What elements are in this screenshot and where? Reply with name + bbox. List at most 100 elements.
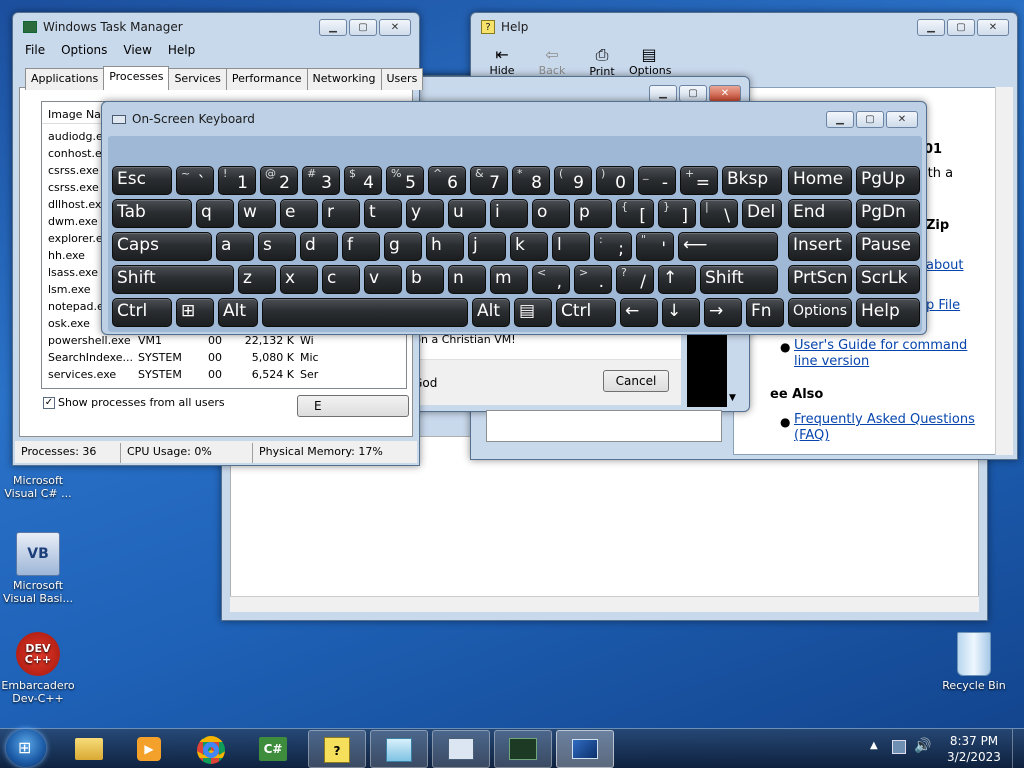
osk-key[interactable]: q [196, 199, 234, 228]
osk-nav-key[interactable]: Options [788, 298, 852, 327]
osk-nav-key[interactable]: End [788, 199, 852, 228]
maximize-button[interactable]: ▢ [947, 19, 975, 36]
desktop-icon-visual-csharp[interactable]: Microsoft Visual C# ... [0, 474, 76, 500]
show-desktop-button[interactable] [1012, 729, 1024, 768]
osk-key[interactable]: $4 [344, 166, 382, 195]
osk-nav-key[interactable]: Pause [856, 232, 920, 261]
menu-file[interactable]: File [25, 43, 45, 57]
osk-key[interactable]: j [468, 232, 506, 261]
osk-key[interactable]: * 8 [512, 166, 550, 195]
osk-key[interactable]: h [426, 232, 464, 261]
users-guide-link[interactable]: User's Guide for command line version [794, 338, 974, 370]
osk-key[interactable]: a [216, 232, 254, 261]
osk-key[interactable]: i [490, 199, 528, 228]
osk-nav-key[interactable]: Help [856, 298, 920, 327]
osk-key[interactable]: ~ ` [176, 166, 214, 195]
volume-icon[interactable]: 🔊 [914, 738, 931, 754]
osk-key[interactable]: }] [658, 199, 696, 228]
back-button[interactable]: ⇦ Back [537, 45, 567, 77]
close-button[interactable]: ✕ [379, 19, 411, 36]
osk-key[interactable]: " ' [636, 232, 674, 261]
osk-key[interactable]: | \ [700, 199, 738, 228]
osk-key[interactable]: Alt [218, 298, 258, 327]
osk-key[interactable]: p [574, 199, 612, 228]
taskbar-explorer[interactable] [60, 730, 118, 768]
osk-key[interactable]: #3 [302, 166, 340, 195]
maximize-button[interactable]: ▢ [349, 19, 377, 36]
osk-key[interactable]: Shift [112, 265, 234, 294]
osk-nav-key[interactable]: PgUp [856, 166, 920, 195]
osk-key[interactable]: g [384, 232, 422, 261]
taskbar-remote[interactable] [432, 730, 490, 768]
osk-key[interactable]: ↑ [658, 265, 696, 294]
osk-key[interactable]: m [490, 265, 528, 294]
taskbar-chrome[interactable] [182, 730, 240, 768]
cancel-button[interactable]: Cancel [603, 370, 669, 392]
osk-key[interactable]: n [448, 265, 486, 294]
osk-key[interactable]: >. [574, 265, 612, 294]
network-icon[interactable] [892, 740, 906, 754]
osk-key[interactable]: b [406, 265, 444, 294]
menu-view[interactable]: View [123, 43, 151, 57]
osk-key[interactable]: x [280, 265, 318, 294]
osk-key[interactable]: Esc [112, 166, 172, 195]
osk-nav-key[interactable]: Insert [788, 232, 852, 261]
tab-networking[interactable]: Networking [306, 68, 382, 90]
osk-nav-key[interactable]: PrtScn [788, 265, 852, 294]
console-scroll-down-icon[interactable]: ▼ [729, 393, 736, 403]
osk-key[interactable]: ) 0 [596, 166, 634, 195]
osk-key[interactable]: Shift [700, 265, 778, 294]
osk-key[interactable]: w [238, 199, 276, 228]
help-scrollbar[interactable] [995, 87, 1013, 455]
table-row[interactable]: SearchIndexe... SYSTEM 00 5,080 K Mic [42, 349, 406, 366]
taskbar-task-manager[interactable] [494, 730, 552, 768]
faq-link[interactable]: Frequently Asked Questions (FAQ) [794, 412, 984, 444]
osk-key[interactable]: c [322, 265, 360, 294]
osk-key[interactable]: l [552, 232, 590, 261]
close-button[interactable]: ✕ [977, 19, 1009, 36]
osk-key[interactable]: Del [742, 199, 782, 228]
desktop-icon-dev-cpp[interactable]: DEV C++ Embarcadero Dev-C++ [0, 632, 76, 705]
menu-help[interactable]: Help [168, 43, 195, 57]
tab-services[interactable]: Services [168, 68, 227, 90]
osk-key[interactable]: z [238, 265, 276, 294]
show-all-users-checkbox[interactable]: ✓ [43, 397, 55, 409]
print-button[interactable]: ⎙ Print [587, 45, 617, 78]
help-link-fragment[interactable]: about [926, 258, 964, 273]
taskbar-notepad[interactable] [370, 730, 428, 768]
desktop-icon-recycle-bin[interactable]: Recycle Bin [936, 632, 1012, 692]
end-process-button[interactable]: E [297, 395, 409, 417]
osk-key[interactable]: f [342, 232, 380, 261]
help-link-fragment[interactable]: p File [926, 298, 960, 313]
osk-key[interactable]: o [532, 199, 570, 228]
osk-key[interactable]: _ - [638, 166, 676, 195]
taskbar-help[interactable]: ? [308, 730, 366, 768]
osk-key[interactable]: & 7 [470, 166, 508, 195]
osk-key[interactable]: Fn [746, 298, 784, 327]
tab-performance[interactable]: Performance [225, 68, 308, 90]
osk-nav-key[interactable]: ScrLk [856, 265, 920, 294]
options-button[interactable]: ▤ Options [629, 45, 671, 77]
minimize-button[interactable]: ▁ [917, 19, 945, 36]
osk-key[interactable]: Ctrl [556, 298, 616, 327]
osk-key[interactable]: v [364, 265, 402, 294]
osk-key[interactable]: Caps [112, 232, 212, 261]
osk-key[interactable]: (9 [554, 166, 592, 195]
osk-key[interactable]: t [364, 199, 402, 228]
show-hidden-icons-icon[interactable]: ▲ [870, 740, 878, 751]
osk-key[interactable]: :; [594, 232, 632, 261]
minimize-button[interactable]: ▁ [319, 19, 347, 36]
tab-users[interactable]: Users [380, 68, 424, 90]
osk-key[interactable]: u [448, 199, 486, 228]
taskbar-media-player[interactable]: ▶ [120, 730, 178, 768]
start-button[interactable]: ⊞ [6, 729, 46, 767]
osk-key[interactable]: d [300, 232, 338, 261]
osk-key[interactable]: ^ 6 [428, 166, 466, 195]
tab-processes[interactable]: Processes [103, 66, 170, 88]
taskbar-visual-csharp[interactable]: C# [244, 730, 302, 768]
osk-key[interactable] [262, 298, 468, 327]
osk-key[interactable]: {[ [616, 199, 654, 228]
osk-key[interactable]: s [258, 232, 296, 261]
osk-nav-key[interactable]: PgDn [856, 199, 920, 228]
osk-key[interactable]: Tab [112, 199, 192, 228]
